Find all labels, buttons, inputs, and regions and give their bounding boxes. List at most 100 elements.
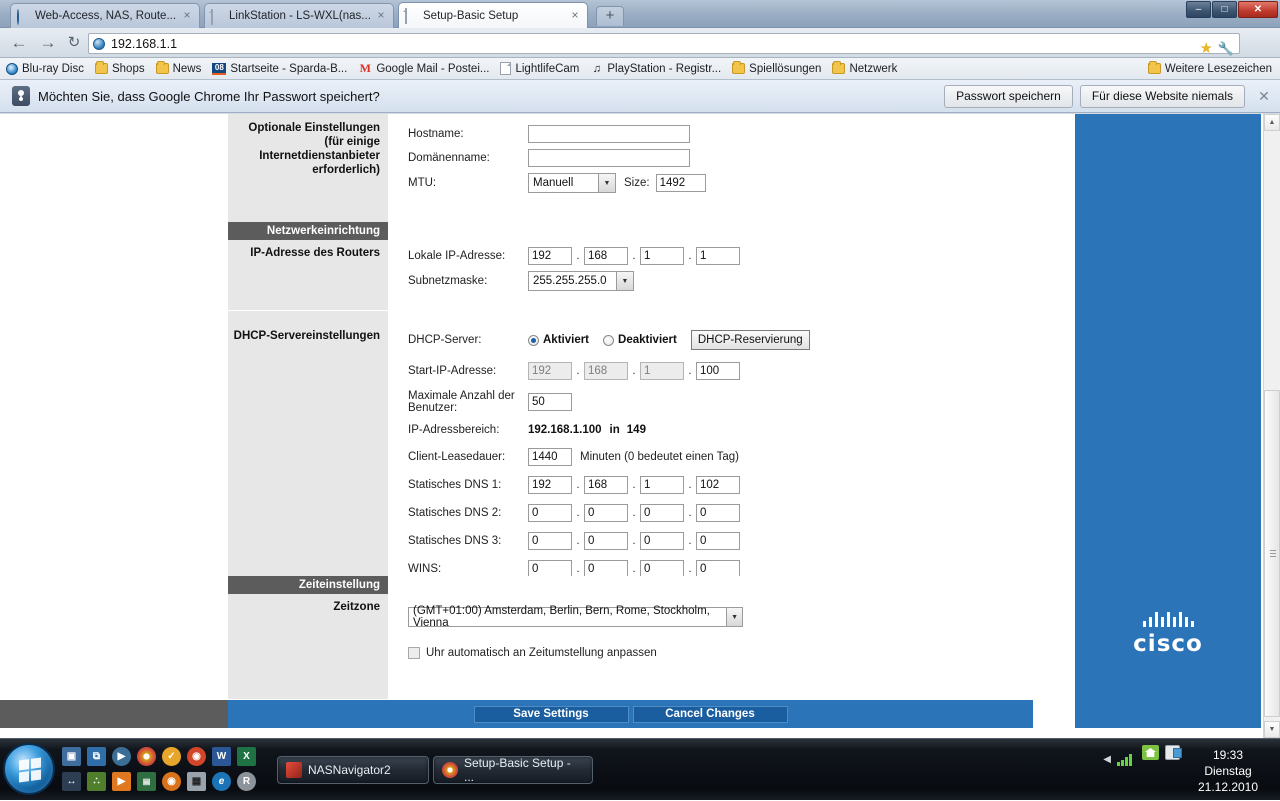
static-dns-1-octet-4[interactable]	[696, 476, 740, 494]
shield-icon[interactable]: ✓	[162, 747, 181, 766]
local-ip-octet-4[interactable]	[696, 247, 740, 265]
show-hidden-icons-icon[interactable]: ◀	[1103, 754, 1111, 765]
globe-icon	[17, 8, 30, 25]
timezone-select[interactable]: (GMT+01:00) Amsterdam, Berlin, Bern, Rom…	[408, 605, 743, 629]
hostname-label: Hostname:	[408, 128, 464, 140]
bookmark-lightlifecam[interactable]: LightlifeCam	[500, 62, 579, 75]
ip-dot: .	[688, 563, 692, 575]
start-button[interactable]	[3, 743, 55, 795]
dst-checkbox[interactable]	[408, 647, 420, 659]
show-desktop-icon[interactable]: ▣	[62, 747, 81, 766]
subnet-mask-select[interactable]: 255.255.255.0 ▼	[528, 271, 634, 291]
never-for-this-site-button[interactable]: Für diese Website niemals	[1079, 84, 1245, 108]
mtu-size-input[interactable]	[655, 174, 706, 192]
scroll-down-icon[interactable]: ▼	[1264, 721, 1280, 738]
calculator-icon[interactable]: ▦	[187, 772, 206, 791]
static-dns-1-octet-3[interactable]	[640, 476, 684, 494]
max-users-input[interactable]	[528, 393, 572, 411]
signal-icon[interactable]	[1117, 753, 1132, 766]
tab-title: Setup-Basic Setup	[423, 9, 519, 22]
tab-linkstation[interactable]: LinkStation - LS-WXL(nas... ×	[204, 3, 394, 28]
bookmark-blu-ray-disc[interactable]: Blu-ray Disc	[6, 62, 84, 75]
dhcp-reservation-button[interactable]: DHCP-Reservierung	[690, 330, 810, 350]
maximize-button[interactable]: □	[1212, 1, 1237, 18]
bookmark-other-bookmarks[interactable]: Weitere Lesezeichen	[1147, 61, 1272, 75]
tab-close-icon[interactable]: ×	[569, 9, 581, 22]
hamachi-icon[interactable]: ↔	[62, 772, 81, 791]
close-window-button[interactable]: ✕	[1238, 1, 1278, 18]
tab-web-access[interactable]: Web-Access, NAS, Route... ×	[10, 3, 200, 28]
clock[interactable]: 19:33 Dienstag 21.12.2010	[1182, 747, 1274, 795]
forward-button[interactable]: →	[37, 32, 59, 54]
infobar-close-icon[interactable]: ✕	[1254, 88, 1274, 105]
local-ip-octet-3[interactable]	[640, 247, 684, 265]
hostname-input[interactable]	[528, 125, 690, 143]
bookmark-shops[interactable]: Shops	[94, 61, 145, 75]
cancel-changes-button[interactable]: Cancel Changes	[632, 705, 788, 723]
page-scrollbar[interactable]: ▲ ▼	[1263, 114, 1280, 738]
network-icon[interactable]: ∴	[87, 772, 106, 791]
save-settings-button[interactable]: Save Settings	[473, 705, 629, 723]
page-icon	[211, 8, 224, 25]
static-dns-3-octet-1[interactable]	[528, 532, 572, 550]
static-dns-2-octet-4[interactable]	[696, 504, 740, 522]
static-dns-1-octet-2[interactable]	[584, 476, 628, 494]
reload-button[interactable]: ↻	[63, 32, 85, 54]
static-dns-3-octet-2[interactable]	[584, 532, 628, 550]
ip-dot: .	[632, 535, 636, 547]
excel-icon[interactable]: X	[237, 747, 256, 766]
firefox-icon[interactable]: ◉	[187, 747, 206, 766]
start-ip-octet-4[interactable]	[696, 362, 740, 380]
local-ip-octet-1[interactable]	[528, 247, 572, 265]
new-tab-button[interactable]: +	[596, 6, 624, 26]
bookmark-star-icon[interactable]: ★	[1200, 41, 1213, 56]
taskbar-window-nasnavigator2[interactable]: NASNavigator2	[277, 756, 429, 784]
clock-date: 21.12.2010	[1197, 780, 1259, 794]
field-start-ip: Start-IP-Adresse: . . .	[408, 359, 1033, 383]
domainname-input[interactable]	[528, 149, 690, 167]
home-icon[interactable]	[1142, 745, 1159, 760]
static-dns-2-octet-1[interactable]	[528, 504, 572, 522]
static-dns-2-octet-3[interactable]	[640, 504, 684, 522]
cisco-bars-icon	[1075, 611, 1261, 627]
static-dns-2-octet-2[interactable]	[584, 504, 628, 522]
tab-close-icon[interactable]: ×	[375, 9, 387, 22]
back-button[interactable]: ←	[8, 32, 30, 54]
wrench-icon[interactable]: 🔧	[1218, 40, 1234, 57]
switch-windows-icon[interactable]: ⧉	[87, 747, 106, 766]
ip-range-joiner: in	[609, 424, 620, 436]
static-dns-1-octet-1[interactable]	[528, 476, 572, 494]
firefox2-icon[interactable]: ◉	[162, 772, 181, 791]
local-ip-octet-2[interactable]	[584, 247, 628, 265]
bookmark-news[interactable]: News	[155, 61, 201, 75]
static-dns-3-octet-4[interactable]	[696, 532, 740, 550]
dhcp-disabled-radio[interactable]	[603, 334, 615, 346]
scroll-up-icon[interactable]: ▲	[1264, 114, 1280, 131]
section-time-setting: Zeiteinstellung Zeitzone (GMT+01:00) Ams…	[228, 576, 1033, 700]
vlc-icon[interactable]: ▶	[112, 772, 131, 791]
mtu-select[interactable]: Manuell ▼	[528, 173, 616, 193]
bookmark-google-mail[interactable]: M Google Mail - Postei...	[358, 62, 490, 75]
word-icon[interactable]: W	[212, 747, 231, 766]
scrollbar-thumb[interactable]	[1264, 390, 1280, 717]
bookmark-netzwerk[interactable]: Netzwerk	[832, 61, 897, 75]
bookmark-sparda[interactable]: 08 Startseite - Sparda-B...	[212, 62, 347, 75]
truecrypt-icon[interactable]: ▤	[137, 772, 156, 791]
taskbar-window-setup-basic-setup[interactable]: Setup-Basic Setup - ...	[433, 756, 593, 784]
minimize-button[interactable]: –	[1186, 1, 1211, 18]
plug-icon[interactable]	[1165, 745, 1182, 760]
bookmark-playstation[interactable]: ♫ PlayStation - Registr...	[590, 63, 721, 75]
static-dns-3-octet-3[interactable]	[640, 532, 684, 550]
bookmark-spielloesungen[interactable]: Spiellösungen	[732, 61, 821, 75]
tab-close-icon[interactable]: ×	[181, 9, 193, 22]
ie-icon[interactable]: e	[212, 772, 231, 791]
media-player-icon[interactable]: ▶	[112, 747, 131, 766]
save-password-button[interactable]: Passwort speichern	[944, 84, 1073, 108]
client-lease-input[interactable]	[528, 448, 572, 466]
address-bar[interactable]: 192.168.1.1 ★ 🔧	[88, 33, 1240, 57]
chrome-icon[interactable]	[137, 747, 156, 766]
tab-setup-basic-setup[interactable]: Setup-Basic Setup ×	[398, 2, 588, 28]
dhcp-enabled-radio[interactable]	[528, 334, 539, 346]
r-icon[interactable]: R	[237, 772, 256, 791]
field-static-dns-1: Statisches DNS 1: . . .	[408, 473, 1033, 497]
